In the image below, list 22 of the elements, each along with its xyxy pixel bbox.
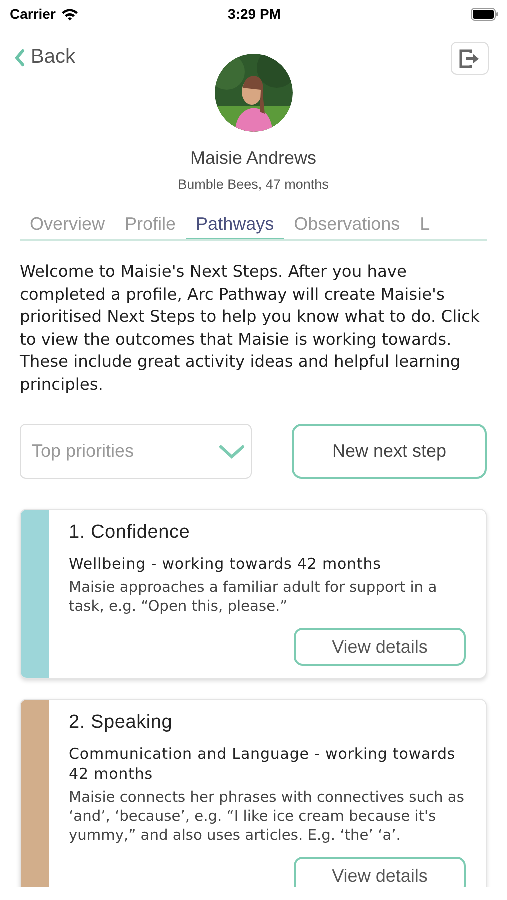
back-button[interactable]: Back bbox=[12, 44, 78, 71]
step-description: Maisie connects her phrases with connectives such as ‘and’, ‘because’, e.g. “I like ice cream because it's yummy,” and also uses articles. E.g. ‘the’ ‘a’. bbox=[69, 788, 466, 845]
step-description: Maisie approaches a familiar adult for support in a task, e.g. “Open this, please.” bbox=[69, 578, 438, 616]
card-title: 1. Confidence bbox=[69, 522, 192, 544]
learning-area: Communication and Language - working towards 42 months bbox=[69, 744, 466, 784]
chevron-down-icon bbox=[219, 444, 245, 460]
child-name: Maisie Andrews bbox=[190, 148, 317, 169]
new-next-step-button[interactable]: New next step bbox=[292, 424, 487, 479]
child-details: Bumble Bees, 47 months bbox=[178, 177, 329, 192]
view-details-button[interactable]: View details bbox=[294, 628, 466, 666]
tab[interactable]: Pathways bbox=[186, 210, 284, 239]
card-title: 2. Speaking bbox=[69, 712, 174, 734]
wifi-icon bbox=[60, 8, 79, 20]
clock-time: 3:29 PM bbox=[228, 6, 281, 22]
chevron-left-icon bbox=[14, 48, 25, 66]
intro-text: Welcome to Maisie's Next Steps. After you have completed a profile, Arc Pathway will create Maisie's prioritised Next Steps to help you know what to do. Click to view the outcomes that Maisie is working towards. These include great activity ideas and helpful learning principles. bbox=[20, 261, 481, 396]
exit-button[interactable] bbox=[451, 42, 489, 75]
battery-icon bbox=[471, 8, 499, 20]
view-details-button[interactable]: View details bbox=[294, 857, 466, 887]
exit-icon bbox=[459, 48, 481, 68]
carrier-name: Carrier bbox=[10, 6, 56, 22]
learning-area: Wellbeing - working towards 42 months bbox=[69, 554, 466, 574]
